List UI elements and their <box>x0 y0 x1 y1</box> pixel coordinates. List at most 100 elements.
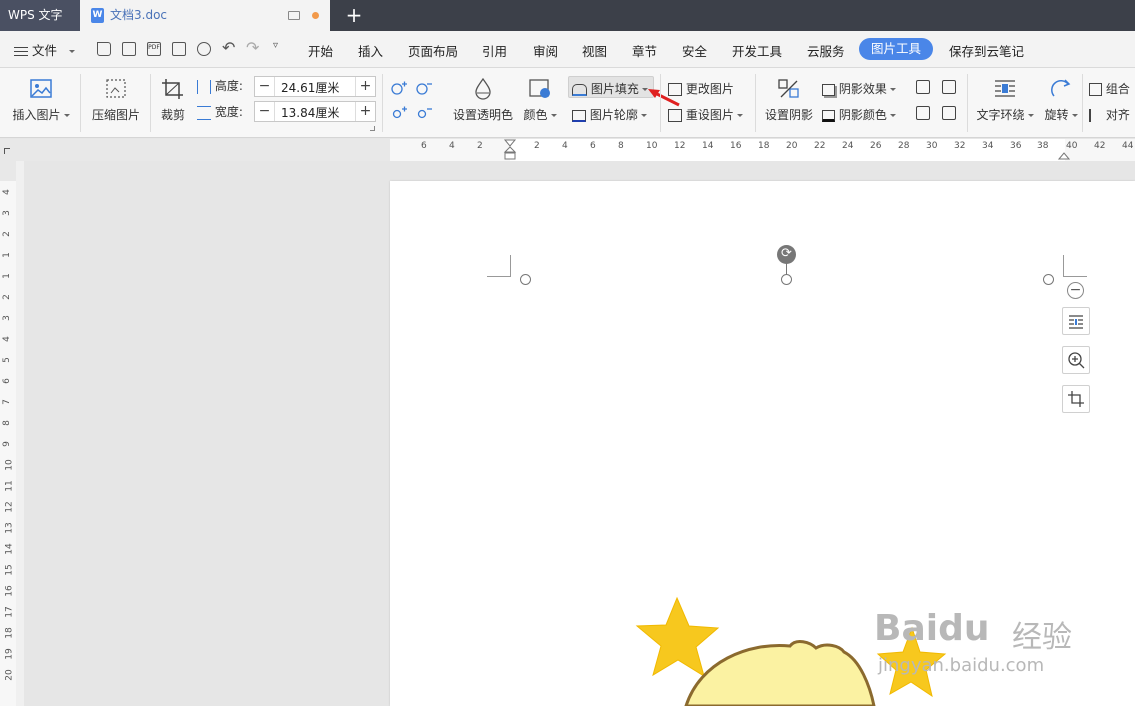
ruler-tick-label: 16 <box>730 141 742 151</box>
zoom-in-icon <box>1068 352 1085 369</box>
size-dialog-launcher-icon[interactable] <box>370 126 375 131</box>
height-label: 高度: <box>214 79 243 93</box>
ruler-tick-label: 28 <box>898 141 910 151</box>
app-tab[interactable]: WPS 文字 <box>0 0 80 31</box>
resize-handle-top-center[interactable] <box>781 274 792 285</box>
ruler-tick-label: 18 <box>758 141 770 151</box>
ruler-tick-label: 34 <box>982 141 994 151</box>
ruler-tick-label: 2 <box>477 141 483 151</box>
crop-button[interactable]: 裁剪 <box>158 78 188 123</box>
layout-options-button[interactable] <box>1062 307 1090 335</box>
horizontal-ruler[interactable]: 6 4 2 2 4 6 8 10 12 14 16 18 20 22 24 26 28 30 32 34 36 38 40 4… <box>0 139 1135 161</box>
rotate-handle-icon[interactable]: ⟳ <box>777 245 796 264</box>
tab-stop-selector-icon[interactable] <box>4 148 10 154</box>
picture-outline-button[interactable]: 图片轮廓 <box>572 106 647 123</box>
open-folder-icon[interactable] <box>97 42 111 56</box>
nudge-shadow-up-icon[interactable] <box>942 80 956 94</box>
menu-tab-home[interactable]: 开始 <box>308 41 333 60</box>
nudge-shadow-right-icon[interactable] <box>942 106 956 120</box>
picture-fill-group[interactable]: 图片填充 <box>572 80 648 97</box>
zoom-in-button[interactable] <box>1062 346 1090 374</box>
ruler-tick-label: 2 <box>534 141 540 151</box>
menu-tab-picture-tools[interactable]: 图片工具 <box>859 38 933 60</box>
shadow-color-button[interactable]: 阴影颜色 <box>822 106 896 123</box>
menu-tab-section[interactable]: 章节 <box>632 41 657 60</box>
width-stepper[interactable]: − 13.84厘米 + <box>254 101 376 122</box>
ruler-tick-label: 12 <box>4 501 15 513</box>
ruler-tick-label: 14 <box>4 543 15 555</box>
chick-body <box>684 640 876 706</box>
document-tab[interactable]: W 文档3.doc <box>80 0 330 31</box>
resize-handle-top-left[interactable] <box>520 274 531 285</box>
save-to-cloud-notes[interactable]: 保存到云笔记 <box>949 41 1024 60</box>
ruler-tick-label: 5 <box>1 357 12 363</box>
print-icon[interactable] <box>172 42 186 56</box>
menu-tab-cloud[interactable]: 云服务 <box>807 41 845 60</box>
save-icon[interactable] <box>122 42 136 56</box>
menu-tab-insert[interactable]: 插入 <box>358 41 383 60</box>
compress-icon <box>104 78 128 100</box>
change-picture-button[interactable]: 更改图片 <box>668 80 734 97</box>
ribbon-divider <box>755 74 756 132</box>
indent-marker-icon[interactable] <box>503 139 517 161</box>
text-wrap-button[interactable]: 文字环绕 <box>975 78 1035 123</box>
rotate-icon <box>1049 78 1073 100</box>
ruler-tick-label: 8 <box>618 141 624 151</box>
increase-contrast-icon[interactable] <box>391 81 407 95</box>
decrease-brightness-icon[interactable] <box>416 106 432 120</box>
nudge-shadow-down-icon[interactable] <box>916 106 930 120</box>
color-button[interactable]: 颜色 <box>522 78 558 123</box>
vertical-ruler[interactable]: 4 3 2 1 1 2 3 4 5 6 7 8 9 10 11 12 13 14 15 16 17 18 19 20 <box>0 161 16 706</box>
undo-icon[interactable]: ↶ <box>222 38 235 57</box>
document-tab-label: 文档3.doc <box>110 8 168 22</box>
ruler-tick-label: 18 <box>4 627 15 639</box>
chevron-down-icon <box>1027 114 1034 117</box>
set-shadow-button[interactable]: 设置阴影 <box>763 78 815 123</box>
nudge-shadow-left-icon[interactable] <box>916 80 930 94</box>
height-value[interactable]: 24.61厘米 <box>281 79 339 96</box>
chevron-down-icon <box>889 88 896 91</box>
set-transparent-color-button[interactable]: 设置透明色 <box>450 77 516 123</box>
menu-file[interactable]: 文件 <box>14 40 75 59</box>
width-increase-button[interactable]: + <box>355 102 375 121</box>
align-button[interactable]: 对齐 <box>1089 106 1130 123</box>
decrease-contrast-icon[interactable] <box>416 81 432 95</box>
compress-picture-button[interactable]: 压缩图片 <box>90 78 142 123</box>
customize-toolbar-icon[interactable]: ▿ <box>273 40 278 51</box>
crop-side-button[interactable] <box>1062 385 1090 413</box>
ribbon-divider <box>80 74 81 132</box>
group-button[interactable]: 组合 <box>1089 80 1130 97</box>
menu-tab-developer[interactable]: 开发工具 <box>732 41 782 60</box>
menu-bar: 文件 PDF ↶ ↷ ▿ 开始 插入 页面布局 引用 审阅 视图 章节 安全 开… <box>0 31 1135 68</box>
resize-handle-top-right[interactable] <box>1043 274 1054 285</box>
shadow-effect-button[interactable]: 阴影效果 <box>822 80 896 97</box>
menu-tab-view[interactable]: 视图 <box>582 41 607 60</box>
height-increase-button[interactable]: + <box>355 77 375 96</box>
monitor-icon[interactable] <box>288 11 300 20</box>
picture-fill-label: 图片填充 <box>590 82 639 96</box>
watermark-url: jingyan.baidu.com <box>878 655 1045 676</box>
height-stepper[interactable]: − 24.61厘米 + <box>254 76 376 97</box>
width-decrease-button[interactable]: − <box>255 102 275 121</box>
new-tab-button[interactable]: + <box>344 4 364 26</box>
menu-tab-references[interactable]: 引用 <box>482 41 507 60</box>
increase-brightness-icon[interactable] <box>391 106 407 120</box>
menu-tab-security[interactable]: 安全 <box>682 41 707 60</box>
right-indent-marker-icon[interactable] <box>1058 147 1070 161</box>
reset-picture-label: 重设图片 <box>685 108 734 122</box>
height-decrease-button[interactable]: − <box>255 77 275 96</box>
width-value[interactable]: 13.84厘米 <box>281 104 339 121</box>
ruler-tick-label: 20 <box>786 141 798 151</box>
reset-picture-button[interactable]: 重设图片 <box>668 106 743 123</box>
pdf-icon[interactable]: PDF <box>147 42 161 56</box>
document-icon: W <box>91 8 104 23</box>
rotate-button[interactable]: 旋转 <box>1042 78 1080 123</box>
collapse-icon[interactable]: − <box>1067 282 1084 299</box>
ruler-tick-label: 30 <box>926 141 938 151</box>
menu-tab-page-layout[interactable]: 页面布局 <box>408 41 458 60</box>
redo-icon[interactable]: ↷ <box>246 38 259 57</box>
insert-picture-button[interactable]: 插入图片 <box>10 78 72 123</box>
menu-tab-review[interactable]: 审阅 <box>533 41 558 60</box>
print-preview-icon[interactable] <box>197 42 211 56</box>
ruler-tick-label: 24 <box>842 141 854 151</box>
